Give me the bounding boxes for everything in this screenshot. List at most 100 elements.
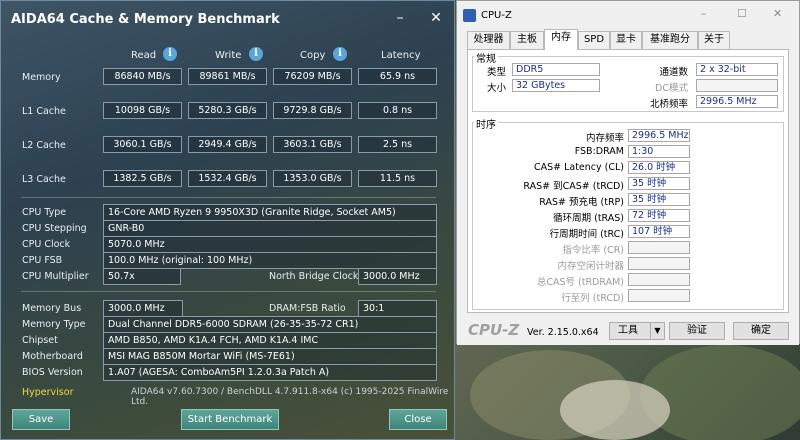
- divider: [21, 291, 436, 292]
- info-icon[interactable]: i: [333, 47, 347, 61]
- tab-bench[interactable]: 基准跑分: [642, 31, 698, 49]
- row-label: CPU Multiplier: [22, 271, 89, 282]
- aida64-titlebar[interactable]: AIDA64 Cache & Memory Benchmark – ✕: [1, 1, 454, 37]
- validate-button[interactable]: 验证: [669, 322, 725, 340]
- dram-fsb-ratio-value: 30:1: [358, 300, 437, 317]
- cpuz-window: CPU-Z – ☐ ✕ 处理器 主板 内存 SPD 显卡 基准跑分 关于 常规 …: [456, 0, 800, 345]
- tab-spd[interactable]: SPD: [578, 31, 610, 49]
- row-label: CPU Clock: [22, 239, 71, 250]
- row-label: CPU Type: [22, 207, 67, 218]
- field-label: DC模式: [655, 83, 688, 94]
- cpu-multiplier-value: 50.7x: [103, 268, 181, 285]
- row-label: Memory Type: [22, 319, 86, 330]
- window-title: CPU-Z: [481, 10, 512, 21]
- info-icon[interactable]: i: [249, 47, 263, 61]
- chipset-value: AMD B850, AMD K1A.4 FCH, AMD K1A.4 IMC: [103, 332, 437, 349]
- timing-value: [628, 257, 690, 270]
- timing-value: [628, 289, 690, 302]
- tools-button[interactable]: 工具 ▼: [609, 322, 665, 340]
- group-title: 时序: [474, 116, 498, 131]
- field-label: 北桥频率: [649, 99, 688, 110]
- tab-graphics[interactable]: 显卡: [610, 31, 642, 49]
- memory-panel: 常规 类型 DDR5 大小 32 GBytes 通道数 2 x 32-bit D…: [467, 49, 789, 313]
- timing-value: 35 时钟: [628, 177, 690, 190]
- close-icon[interactable]: ✕: [425, 7, 447, 29]
- timing-value: [628, 273, 690, 286]
- wallpaper-shape: [560, 380, 670, 440]
- memory-latency-value: 65.9 ns: [358, 68, 437, 85]
- maximize-icon[interactable]: ☐: [737, 7, 747, 20]
- row-label: Motherboard: [22, 351, 83, 362]
- l2-latency-value: 2.5 ns: [358, 136, 437, 153]
- timing-value: 72 时钟: [628, 209, 690, 222]
- timing-value: 107 时钟: [628, 225, 690, 238]
- ok-button[interactable]: 确定: [733, 322, 789, 340]
- hypervisor-link[interactable]: Hypervisor: [22, 387, 73, 398]
- row-label: CPU Stepping: [22, 223, 87, 234]
- motherboard-value: MSI MAG B850M Mortar WiFi (MS-7E61): [103, 348, 437, 365]
- memory-type-field: DDR5: [512, 63, 600, 76]
- l2-write-value: 2949.4 GB/s: [188, 136, 267, 153]
- channels-field: 2 x 32-bit: [696, 63, 778, 76]
- save-button[interactable]: Save: [12, 409, 70, 430]
- row-label: L1 Cache: [22, 106, 66, 117]
- field-label: 大小: [486, 83, 506, 94]
- timing-label: 总CAS号 (tRDRAM): [536, 277, 624, 288]
- close-icon[interactable]: ✕: [773, 7, 782, 20]
- memory-copy-value: 76209 MB/s: [273, 68, 352, 85]
- tab-memory[interactable]: 内存: [544, 29, 578, 50]
- cpu-clock-value: 5070.0 MHz: [103, 236, 437, 253]
- bios-version-value: 1.A07 (AGESA: ComboAm5PI 1.2.0.3a Patch …: [103, 364, 437, 381]
- l1-latency-value: 0.8 ns: [358, 102, 437, 119]
- info-icon[interactable]: i: [163, 47, 177, 61]
- timing-label: RAS# 预充电 (tRP): [539, 197, 624, 208]
- minimize-icon[interactable]: –: [389, 7, 411, 29]
- cpu-type-value: 16-Core AMD Ryzen 9 9950X3D (Granite Rid…: [103, 204, 437, 221]
- north-bridge-freq-field: 2996.5 MHz: [696, 95, 778, 108]
- timing-value: [628, 241, 690, 254]
- field-label: 通道数: [659, 67, 688, 78]
- column-latency: Latency: [381, 50, 421, 61]
- row-label: CPU FSB: [22, 255, 63, 266]
- close-button[interactable]: Close: [389, 409, 447, 430]
- timing-value: 1:30: [628, 145, 690, 158]
- row-label: L3 Cache: [22, 174, 66, 185]
- version-text: Ver. 2.15.0.x64: [527, 327, 599, 338]
- start-benchmark-button[interactable]: Start Benchmark: [181, 409, 279, 430]
- timing-label: 指令比率 (CR): [562, 245, 624, 256]
- timing-value: 26.0 时钟: [628, 161, 690, 174]
- memory-size-field: 32 GBytes: [512, 79, 600, 92]
- cpu-stepping-value: GNR-B0: [103, 220, 437, 237]
- row-label: L2 Cache: [22, 140, 66, 151]
- memory-bus-value: 3000.0 MHz: [103, 300, 183, 317]
- field-label: 类型: [486, 67, 506, 78]
- tab-mainboard[interactable]: 主板: [510, 31, 544, 49]
- timing-label: 行至列 (tRCD): [561, 293, 624, 304]
- group-title: 常规: [474, 50, 498, 65]
- l3-read-value: 1382.5 GB/s: [103, 170, 182, 187]
- l3-write-value: 1532.4 GB/s: [188, 170, 267, 187]
- column-copy: Copy: [300, 50, 326, 61]
- row-label: BIOS Version: [22, 367, 83, 378]
- tab-about[interactable]: 关于: [698, 31, 730, 49]
- window-title: AIDA64 Cache & Memory Benchmark: [11, 12, 280, 27]
- timing-label: 内存空闲计时器: [557, 261, 624, 272]
- dc-mode-field: [696, 79, 778, 92]
- tab-cpu[interactable]: 处理器: [467, 31, 510, 49]
- l2-read-value: 3060.1 GB/s: [103, 136, 182, 153]
- timing-label: 行周期时间 (tRC): [549, 229, 624, 240]
- l1-write-value: 5280.3 GB/s: [188, 102, 267, 119]
- cpuz-logo: CPU-Z: [468, 321, 520, 339]
- timing-label: RAS# 到CAS# (tRCD): [523, 181, 624, 192]
- memory-write-value: 89861 MB/s: [188, 68, 267, 85]
- dropdown-arrow-icon[interactable]: ▼: [650, 323, 664, 339]
- memory-type-value: Dual Channel DDR5-6000 SDRAM (26-35-35-7…: [103, 316, 437, 333]
- north-bridge-clock-value: 3000.0 MHz: [358, 268, 437, 285]
- aida64-window: AIDA64 Cache & Memory Benchmark – ✕ Read…: [0, 0, 455, 440]
- minimize-icon[interactable]: –: [701, 7, 707, 20]
- column-write: Write: [215, 50, 242, 61]
- row-label: DRAM:FSB Ratio: [269, 303, 346, 314]
- cpuz-app-icon: [463, 9, 476, 22]
- cpu-fsb-value: 100.0 MHz (original: 100 MHz): [103, 252, 437, 269]
- row-label: Chipset: [22, 335, 58, 346]
